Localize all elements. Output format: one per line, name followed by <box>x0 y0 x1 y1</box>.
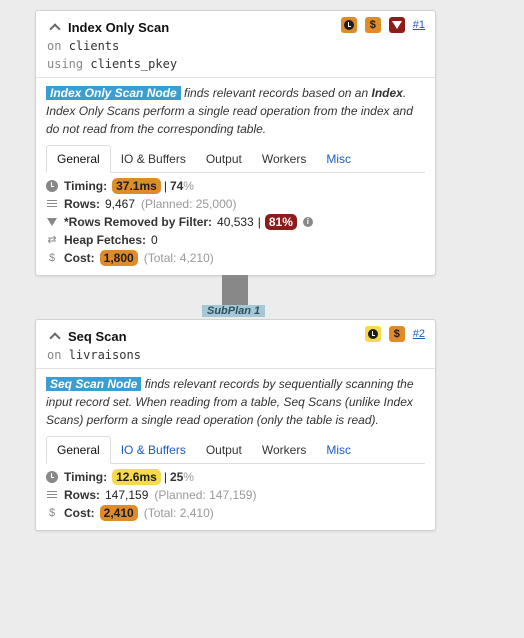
plan-node-index-only-scan: Index Only Scan $ #1 on clients using cl… <box>35 10 436 276</box>
tab-io-buffers[interactable]: IO & Buffers <box>111 437 196 463</box>
dollar-icon: $ <box>48 252 56 264</box>
node-title: Index Only Scan <box>68 19 170 35</box>
rows-planned: (Planned: 25,000) <box>141 197 237 211</box>
node-header: Index Only Scan $ #1 on clients using cl… <box>36 11 435 73</box>
cost-value: 1,800 <box>99 250 138 266</box>
description-text: finds relevant records based on an <box>180 86 372 100</box>
on-keyword: on <box>47 348 62 362</box>
info-icon[interactable]: i <box>302 217 313 227</box>
heap-fetches-row: ⇄ Heap Fetches: 0 <box>46 231 425 249</box>
cost-row: $ Cost: 1,800 (Total: 4,210) <box>46 249 425 267</box>
dollar-icon: $ <box>48 507 56 519</box>
node-badges: $ #1 <box>333 17 425 33</box>
collapse-chevron-icon[interactable] <box>47 19 63 35</box>
cost-value: 2,410 <box>99 505 138 521</box>
timing-separator: | <box>163 470 167 484</box>
timing-clock-icon[interactable] <box>364 326 381 342</box>
node-tabs: General IO & Buffers Output Workers Misc <box>46 435 425 464</box>
cost-row: $ Cost: 2,410 (Total: 2,410) <box>46 504 425 522</box>
node-badges: $ #2 <box>357 326 425 342</box>
relation-line: on clients <box>47 37 424 55</box>
node-title: Seq Scan <box>68 328 127 344</box>
on-keyword: on <box>47 39 62 53</box>
tab-output[interactable]: Output <box>196 437 252 463</box>
node-id-link[interactable]: #2 <box>413 328 425 340</box>
heap-fetches-value: 0 <box>151 233 158 247</box>
tab-workers[interactable]: Workers <box>252 146 316 172</box>
rows-value: 147,159 <box>105 488 149 502</box>
tab-misc[interactable]: Misc <box>316 146 361 172</box>
node-id-link[interactable]: #1 <box>413 19 425 31</box>
timing-percent: 74% <box>169 179 194 193</box>
rows-label: Rows: <box>64 197 100 211</box>
subplan-label: SubPlan 1 <box>202 305 266 317</box>
cost-label: Cost: <box>64 251 95 265</box>
tab-workers[interactable]: Workers <box>252 437 316 463</box>
timing-separator: | <box>163 179 167 193</box>
rows-value: 9,467 <box>105 197 136 211</box>
rows-icon <box>46 489 58 501</box>
rows-row: Rows: 147,159 (Planned: 147,159) <box>46 486 425 504</box>
exchange-arrows-icon: ⇄ <box>47 234 57 246</box>
tab-general[interactable]: General <box>46 145 111 173</box>
timing-clock-icon[interactable] <box>340 17 357 33</box>
rows-label: Rows: <box>64 488 100 502</box>
index-name: clients_pkey <box>90 57 178 71</box>
clock-icon <box>46 471 58 483</box>
cost-total: (Total: 2,410) <box>143 506 214 520</box>
tab-io-buffers[interactable]: IO & Buffers <box>111 146 196 172</box>
filter-icon[interactable] <box>388 17 405 33</box>
node-type-highlight: Index Only Scan Node <box>46 86 181 100</box>
node-tabs: General IO & Buffers Output Workers Misc <box>46 144 425 173</box>
rows-removed-row: *Rows Removed by Filter: 40,533 | 81% i <box>46 213 425 231</box>
heap-fetches-label: Heap Fetches: <box>64 233 147 247</box>
cost-dollar-icon[interactable]: $ <box>388 326 405 342</box>
general-stats: Timing: 37.1ms | 74% Rows: 9,467 (Planne… <box>36 173 435 267</box>
rows-row: Rows: 9,467 (Planned: 25,000) <box>46 195 425 213</box>
general-stats: Timing: 12.6ms | 25% Rows: 147,159 (Plan… <box>36 464 435 522</box>
cost-total: (Total: 4,210) <box>143 251 214 265</box>
using-keyword: using <box>47 57 84 71</box>
plan-connector <box>222 275 248 306</box>
relation-name: clients <box>68 39 120 53</box>
timing-row: Timing: 12.6ms | 25% <box>46 468 425 486</box>
cost-label: Cost: <box>64 506 95 520</box>
node-description: Index Only Scan Node finds relevant reco… <box>36 78 435 138</box>
node-header: Seq Scan $ #2 on livraisons <box>36 320 435 364</box>
timing-label: Timing: <box>64 470 108 484</box>
relation-name: livraisons <box>68 348 141 362</box>
cost-dollar-icon[interactable]: $ <box>364 17 381 33</box>
collapse-chevron-icon[interactable] <box>47 328 63 344</box>
rows-removed-label: *Rows Removed by Filter: <box>64 215 213 229</box>
description-bold: Index <box>371 86 403 100</box>
rows-removed-value: 40,533 <box>217 215 254 229</box>
tab-misc[interactable]: Misc <box>316 437 361 463</box>
rows-icon <box>46 198 58 210</box>
plan-node-seq-scan: Seq Scan $ #2 on livraisons Seq Scan Nod… <box>35 319 436 531</box>
relation-line: on livraisons <box>47 346 424 364</box>
timing-percent: 25% <box>169 470 194 484</box>
clock-icon <box>46 180 58 192</box>
timing-row: Timing: 37.1ms | 74% <box>46 177 425 195</box>
timing-value: 12.6ms <box>112 469 161 485</box>
timing-value: 37.1ms <box>112 178 161 194</box>
rows-removed-percent: 81% <box>264 214 297 230</box>
filter-icon <box>46 216 58 228</box>
tab-output[interactable]: Output <box>196 146 252 172</box>
tab-general[interactable]: General <box>46 436 111 464</box>
timing-label: Timing: <box>64 179 108 193</box>
node-type-highlight: Seq Scan Node <box>46 377 142 391</box>
index-line: using clients_pkey <box>47 55 424 73</box>
rows-planned: (Planned: 147,159) <box>154 488 257 502</box>
node-description: Seq Scan Node finds relevant records by … <box>36 369 435 429</box>
rows-removed-separator: | <box>257 215 261 229</box>
